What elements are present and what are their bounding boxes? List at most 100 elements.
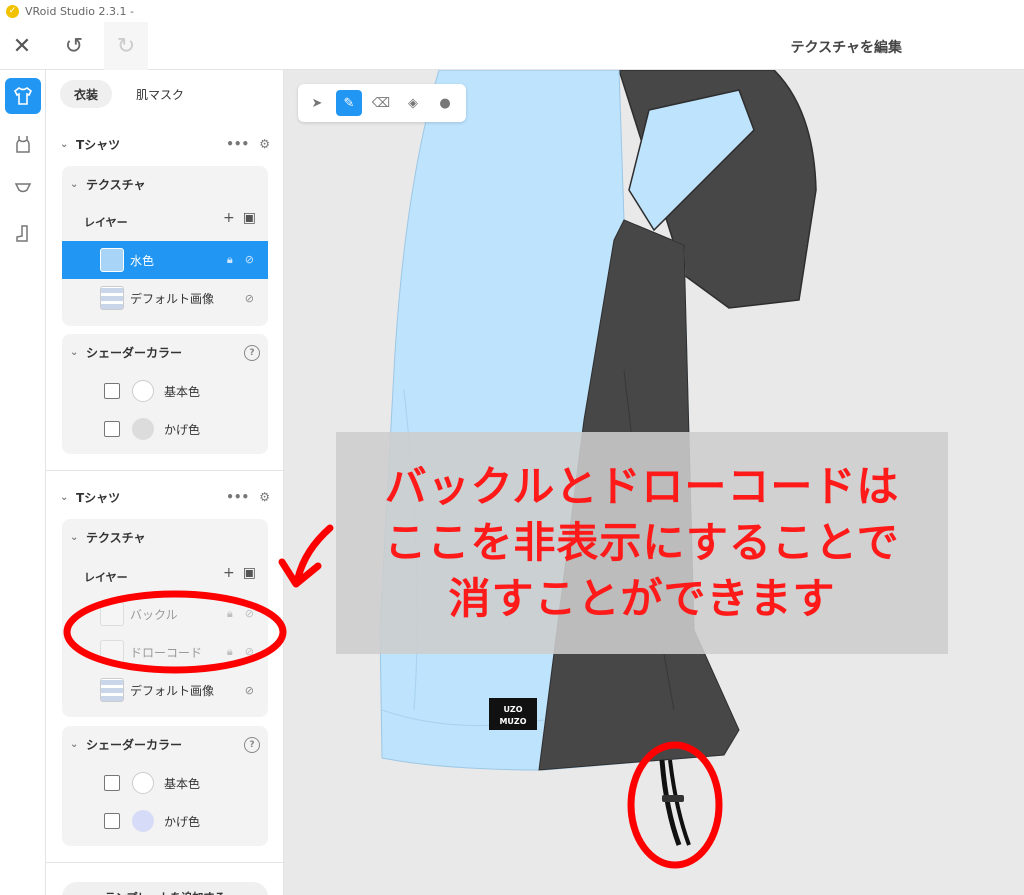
chevron-down-icon: ⌄ [70,347,79,358]
texture-header[interactable]: ⌄ テクスチャ [70,529,146,546]
skirt-icon [14,183,32,193]
section-title: Tシャツ [76,137,121,152]
droplet-icon: ● [439,95,451,111]
layer-row[interactable]: 水色 🔒︎ ⊘ [62,241,268,279]
shader-card-2: ⌄ シェーダーカラー ? 基本色 かげ色 [62,726,268,846]
shader-color-shade: かげ色 [104,418,200,440]
3d-viewport[interactable]: UZO MUZO ➤ ✎ ⌫ ◈ ● バックルとドローコードは ここを非表示にす… [284,70,1024,895]
divider [46,862,283,863]
annotation-callout: バックルとドローコードは ここを非表示にすることで 消すことができます [336,432,948,654]
rail-item-bottoms[interactable] [5,126,41,162]
rail-item-tops[interactable] [5,78,41,114]
texture-card-2: ⌄ テクスチャ レイヤー + ▣ バックル 🔒︎ ⊘ ドローコード 🔒︎ ⊘ デ… [62,519,268,717]
lock-icon[interactable]: 🔒︎ [227,253,233,267]
checkbox[interactable] [104,813,120,829]
checkbox[interactable] [104,383,120,399]
add-layer-icon[interactable]: + [223,210,235,226]
rail-item-shoes[interactable] [5,216,41,252]
pen-icon: ✎ [343,95,355,111]
layer-row[interactable]: デフォルト画像 ⊘ [62,671,268,709]
shader-label: 基本色 [164,384,201,399]
top-toolbar: ✕ ↺ ↻ テクスチャを編集 [0,22,1024,70]
bucket-icon: ◈ [408,95,418,111]
eye-off-icon[interactable]: ⊘ [245,292,254,305]
shader-header[interactable]: ⌄ シェーダーカラー ? [70,344,260,361]
eye-off-icon[interactable]: ⊘ [245,684,254,697]
fill-tool-button[interactable]: ◈ [400,90,426,116]
eye-off-icon[interactable]: ⊘ [245,607,254,621]
more-icon[interactable]: ••• [226,137,249,151]
shader-label: かげ色 [164,422,201,437]
eraser-icon: ⌫ [371,95,391,111]
color-swatch[interactable] [132,772,154,794]
undo-button[interactable]: ↺ [52,22,96,70]
settings-sliders-icon[interactable]: ⚙ [259,137,270,151]
lock-icon[interactable]: 🔒︎ [227,645,233,659]
section-title: Tシャツ [76,490,121,505]
window-title: VRoid Studio 2.3.1 - [25,4,134,18]
shader-card-1: ⌄ シェーダーカラー ? 基本色 かげ色 [62,334,268,454]
checkbox[interactable] [104,775,120,791]
lock-icon[interactable]: 🔒︎ [227,607,233,621]
add-template-button[interactable]: テンプレートを追加する [62,882,268,895]
section-header-tshirt-1[interactable]: ⌄ Tシャツ ••• ⚙ [60,132,270,156]
tab-costume[interactable]: 衣装 [60,80,113,108]
select-tool-button[interactable]: ➤ [304,90,330,116]
chevron-down-icon: ⌄ [60,138,69,150]
shader-color-base: 基本色 [104,380,200,402]
shader-color-shade: かげ色 [104,810,200,832]
eraser-tool-button[interactable]: ⌫ [368,90,394,116]
chevron-down-icon: ⌄ [70,739,79,750]
help-icon[interactable]: ? [244,736,260,753]
help-icon[interactable]: ? [244,344,260,361]
redo-icon: ↻ [116,33,136,59]
layer-name: ドローコード [130,645,203,660]
title-bar: ✓ VRoid Studio 2.3.1 - [0,0,1024,22]
layer-name: デフォルト画像 [130,291,215,306]
layer-name: バックル [130,607,178,622]
layer-thumbnail [100,248,124,272]
shader-title: シェーダーカラー [86,738,183,752]
logo-text-line-1: UZO [503,705,522,714]
add-image-icon[interactable]: ▣ [243,210,256,226]
layer-thumbnail [100,602,124,626]
layer-name: デフォルト画像 [130,683,215,698]
layer-label: レイヤー [84,571,128,584]
shader-color-base: 基本色 [104,772,200,794]
chevron-down-icon: ⌄ [70,532,79,543]
blur-tool-button[interactable]: ● [432,90,458,116]
shader-header[interactable]: ⌄ シェーダーカラー ? [70,736,260,753]
layer-row[interactable]: デフォルト画像 ⊘ [62,279,268,317]
boot-icon [16,225,28,242]
texture-header[interactable]: ⌄ テクスチャ [70,176,146,193]
pen-tool-button[interactable]: ✎ [336,90,362,116]
category-rail [0,70,46,895]
tab-skin-mask[interactable]: 肌マスク [122,80,198,108]
color-swatch[interactable] [132,418,154,440]
shader-label: 基本色 [164,776,201,791]
checkbox[interactable] [104,421,120,437]
tshirt-icon [13,87,33,105]
vroid-logo-icon: ✓ [6,4,19,18]
eye-off-icon[interactable]: ⊘ [245,253,254,267]
layer-row[interactable]: ドローコード 🔒︎ ⊘ [62,633,268,671]
eye-off-icon[interactable]: ⊘ [245,645,254,659]
layer-thumbnail [100,286,124,310]
add-image-icon[interactable]: ▣ [243,565,256,581]
redo-button[interactable]: ↻ [104,22,148,70]
close-button[interactable]: ✕ [0,22,44,70]
page-title: テクスチャを編集 [790,40,902,56]
color-swatch[interactable] [132,810,154,832]
more-icon[interactable]: ••• [226,490,249,504]
rail-item-accessory[interactable] [5,170,41,206]
divider [46,470,283,471]
layer-row[interactable]: バックル 🔒︎ ⊘ [62,595,268,633]
add-layer-icon[interactable]: + [223,565,235,581]
callout-line-2: ここを非表示にすることで [384,518,900,567]
logo-text-line-2: MUZO [499,717,526,726]
section-header-tshirt-2[interactable]: ⌄ Tシャツ ••• ⚙ [60,485,270,509]
settings-sliders-icon[interactable]: ⚙ [259,490,270,504]
texture-title: テクスチャ [86,178,146,192]
color-swatch[interactable] [132,380,154,402]
chevron-down-icon: ⌄ [60,491,69,503]
